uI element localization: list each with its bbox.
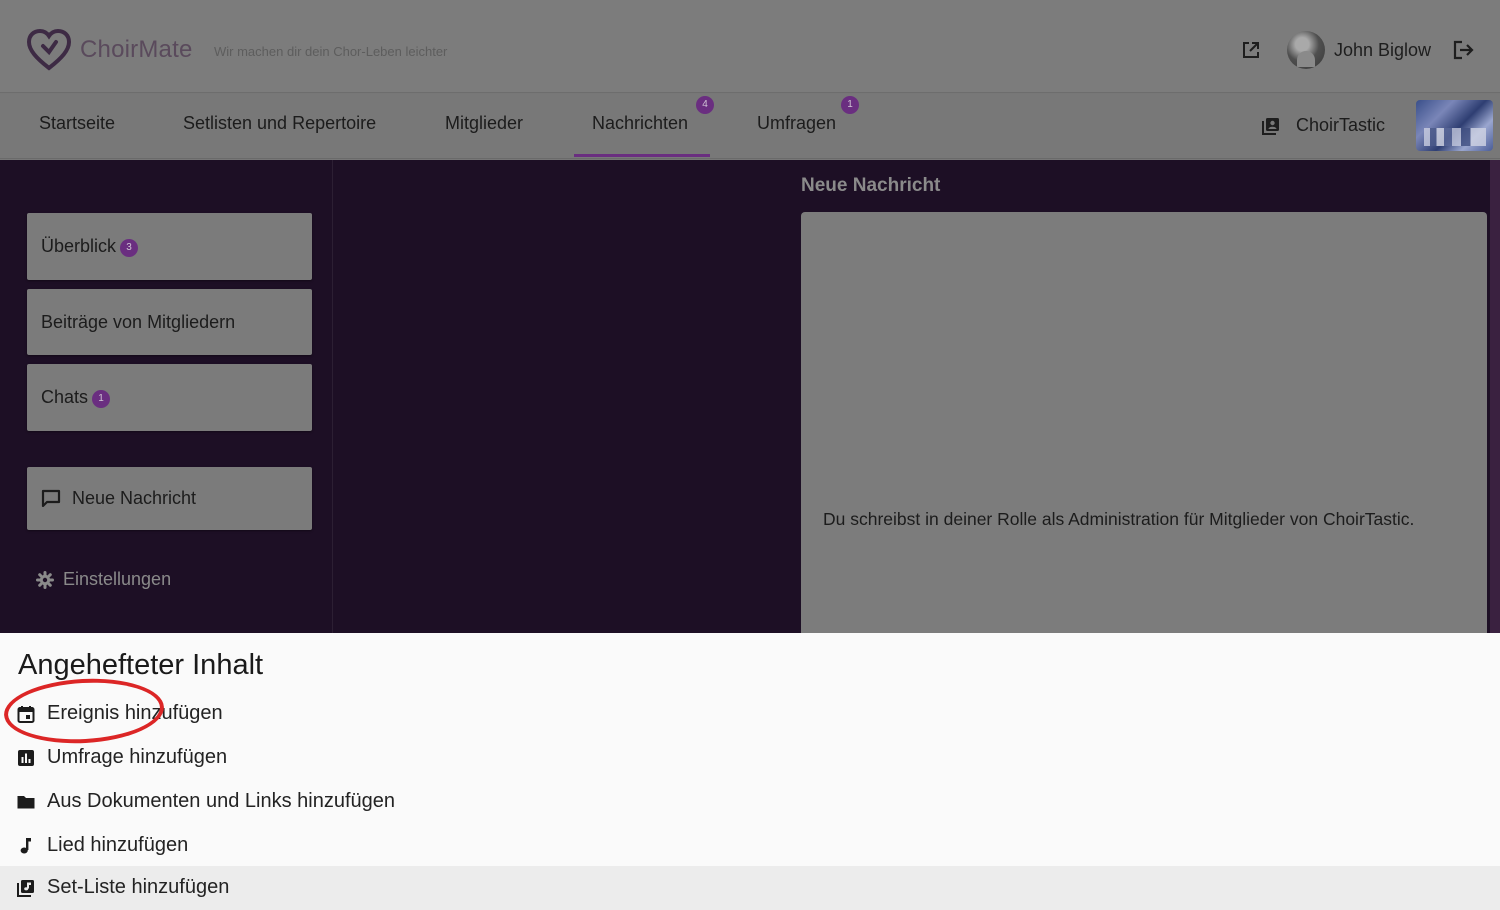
choir-image[interactable] [1416, 100, 1493, 151]
add-song-label: Lied hinzufügen [47, 834, 189, 856]
message-icon [41, 489, 61, 507]
user-name[interactable]: John Biglow [1334, 40, 1431, 61]
brand-name[interactable]: ChoirMate [80, 36, 193, 64]
heart-logo-icon[interactable] [26, 28, 72, 72]
choir-library-icon [1262, 118, 1279, 135]
choir-name[interactable]: ChoirTastic [1296, 115, 1385, 136]
add-song-item[interactable]: Lied hinzufügen [0, 824, 1500, 868]
ueberblick-badge: 3 [120, 239, 139, 257]
sidebar-item-ueberblick[interactable]: Überblick 3 [27, 213, 312, 280]
new-message-button[interactable]: Neue Nachricht [27, 467, 312, 530]
sidebar-item-label: Überblick [41, 236, 117, 256]
tab-umfragen[interactable]: Umfragen [757, 113, 836, 134]
main-nav: Startseite Setlisten und Repertoire Mitg… [0, 94, 1500, 159]
sidebar-item-label: Beiträge von Mitgliedern [41, 312, 236, 332]
sheet-title: Angehefteter Inhalt [18, 649, 264, 681]
tab-startseite[interactable]: Startseite [39, 113, 115, 134]
add-documents-item[interactable]: Aus Dokumenten und Links hinzufügen [0, 780, 1500, 824]
app-header: ChoirMate Wir machen dir dein Chor-Leben… [0, 0, 1500, 93]
tab-mitglieder[interactable]: Mitglieder [445, 113, 523, 134]
avatar[interactable] [1287, 31, 1325, 69]
umfragen-badge: 1 [841, 96, 859, 114]
gear-icon [36, 571, 54, 589]
add-documents-label: Aus Dokumenten und Links hinzufügen [47, 790, 396, 812]
compose-card[interactable]: Du schreibst in deiner Rolle als Adminis… [801, 212, 1487, 633]
poll-icon [18, 750, 34, 766]
add-setlist-item[interactable]: Set-Liste hinzufügen [0, 866, 1500, 910]
dimmed-content: Überblick 3 Beiträge von Mitgliedern Chat… [0, 160, 1500, 633]
settings-label: Einstellungen [63, 569, 172, 589]
messages-sidebar: Überblick 3 Beiträge von Mitgliedern Chat… [0, 160, 333, 633]
tab-nachrichten[interactable]: Nachrichten [592, 113, 688, 134]
add-poll-label: Umfrage hinzufügen [47, 746, 228, 768]
tagline: Wir machen dir dein Chor-Leben leichter [214, 44, 448, 59]
sidebar-item-beitraege[interactable]: Beiträge von Mitgliedern [27, 289, 312, 355]
add-event-item[interactable]: Ereignis hinzufügen [0, 692, 1500, 736]
setlist-icon [17, 880, 34, 897]
sidebar-item-chats[interactable]: Chats 1 [27, 364, 312, 431]
add-setlist-label: Set-Liste hinzufügen [47, 876, 230, 898]
pinned-content-sheet: Angehefteter Inhalt Ereignis hinzufügen … [0, 633, 1500, 910]
compose-title: Neue Nachricht [801, 175, 941, 196]
add-poll-item[interactable]: Umfrage hinzufügen [0, 736, 1500, 780]
sidebar-item-label-wrap: Chats 1 [41, 387, 111, 408]
music-note-icon [20, 838, 31, 854]
compose-role-note: Du schreibst in deiner Rolle als Adminis… [823, 509, 1415, 529]
nachrichten-badge: 4 [696, 96, 714, 114]
folder-icon [17, 796, 35, 809]
new-message-label: Neue Nachricht [72, 488, 197, 508]
active-tab-indicator [574, 154, 710, 157]
chats-badge: 1 [92, 390, 111, 408]
external-link-icon[interactable] [1241, 40, 1261, 60]
logout-icon[interactable] [1453, 40, 1475, 60]
sidebar-item-label-wrap: Überblick 3 [41, 236, 139, 257]
sidebar-item-label: Chats [41, 387, 89, 407]
scrollbar[interactable] [1490, 160, 1500, 633]
tab-setlisten[interactable]: Setlisten und Repertoire [183, 113, 376, 134]
